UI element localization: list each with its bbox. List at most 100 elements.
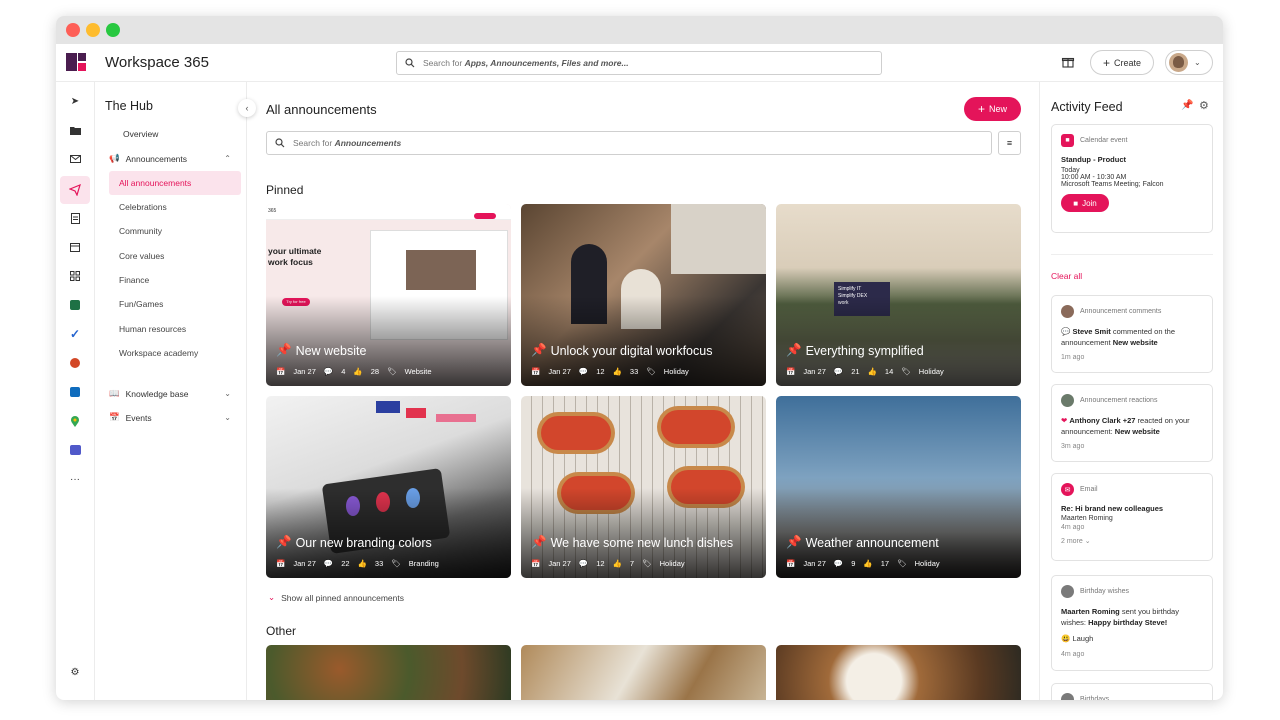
announcement-card[interactable]: 📌 We have some new lunch dishes 📅 Jan 27 💬 1…	[521, 396, 766, 578]
collapse-sidebar-button[interactable]: ‹	[238, 99, 256, 117]
close-window-button[interactable]	[66, 23, 80, 37]
feed-item-type: Birthday wishes	[1080, 588, 1130, 595]
sidebar-title: The Hub	[105, 99, 153, 113]
global-search-input[interactable]: Search for Apps, Announcements, Files an…	[396, 51, 882, 75]
thumbs-up-icon: 👍	[353, 367, 363, 376]
megaphone-icon[interactable]	[60, 176, 90, 204]
chevron-down-icon: ⌄	[268, 592, 276, 602]
reaction-notification-card[interactable]: Announcement reactions ❤ Anthony Clark +…	[1051, 384, 1213, 462]
mail-icon[interactable]	[65, 149, 85, 169]
comment-notification-card[interactable]: Announcement comments 💬 Steve Smit comme…	[1051, 295, 1213, 373]
overview-label: Overview	[123, 129, 159, 139]
sidebar-item-finance[interactable]: Finance	[109, 268, 241, 292]
show-all-pinned-link[interactable]: ⌄ Show all pinned announcements	[268, 592, 404, 603]
item-label: Community	[119, 226, 162, 236]
comment-icon: 💬	[1061, 327, 1071, 336]
announcements-label: Announcements	[125, 153, 188, 164]
other-section-title: Other	[266, 624, 297, 638]
avatar	[1061, 585, 1074, 598]
pin-icon[interactable]: 📌	[1181, 100, 1193, 111]
calendar-event-card[interactable]: ■ Calendar event Standup - Product Today …	[1051, 124, 1213, 233]
calendar-icon[interactable]	[65, 237, 85, 257]
teams-icon[interactable]	[65, 440, 85, 460]
calendar-icon: 📅	[276, 559, 286, 568]
gift-icon[interactable]	[1061, 55, 1075, 69]
sidebar-item-workspace-academy[interactable]: Workspace academy	[109, 341, 241, 365]
chevron-left-icon: ‹	[245, 103, 249, 113]
maps-pin-icon[interactable]	[65, 411, 85, 431]
apps-grid-icon[interactable]	[65, 266, 85, 286]
email-notification-card[interactable]: ✉ Email Re: Hi brand new colleagues Maart…	[1051, 473, 1213, 561]
announcement-card[interactable]: 📌 Weather announcement 📅 Jan 27 💬 9 👍 17 🏷 Holid…	[776, 396, 1021, 578]
announcement-card[interactable]: Simplify ITSimplify DEXwork 📌Everything …	[776, 204, 1021, 386]
rocket-icon[interactable]: ➤	[65, 91, 85, 111]
search-icon	[275, 138, 285, 148]
sidebar-item-events[interactable]: 📅 Events ⌄	[109, 412, 231, 423]
sidebar-item-core-values[interactable]: Core values	[109, 244, 241, 268]
clear-all-link[interactable]: Clear all	[1051, 271, 1082, 281]
todo-check-icon[interactable]: ✓	[65, 324, 85, 344]
powerpoint-icon[interactable]	[65, 353, 85, 373]
avatar	[1061, 394, 1074, 407]
top-bar: Workspace 365 Search for Apps, Announcem…	[56, 44, 1223, 82]
announcement-card-image[interactable]	[521, 645, 766, 700]
card-title: 📌 Everything symplified	[786, 343, 924, 358]
user-menu[interactable]: ⌄	[1165, 50, 1213, 75]
announcement-search-input[interactable]: Search for Announcements	[266, 131, 992, 155]
sidebar-item-celebrations[interactable]: Celebrations	[109, 195, 241, 219]
folder-icon[interactable]	[65, 120, 85, 140]
item-label: Finance	[119, 275, 150, 285]
avatar	[1061, 305, 1074, 318]
sidebar-item-all-announcements[interactable]: All announcements	[109, 171, 241, 195]
settings-gear-icon[interactable]: ⚙	[1199, 99, 1209, 112]
birthdays-card[interactable]: Birthdays	[1051, 683, 1213, 700]
event-day: Today	[1061, 167, 1080, 174]
sidebar-item-community[interactable]: Community	[109, 219, 241, 243]
document-icon[interactable]	[65, 208, 85, 228]
comment-icon: 💬	[833, 559, 844, 568]
sidebar-item-announcements[interactable]: 📢 Announcements ⌃	[109, 153, 231, 164]
event-title: Standup - Product	[1061, 155, 1126, 164]
announcement-card[interactable]: 📌 Our new branding colors 📅 Jan 27 💬 22 👍 33 🏷 B…	[266, 396, 511, 578]
activity-feed: Activity Feed 📌 ⚙ ■ Calendar event Standu…	[1039, 82, 1223, 700]
tag-icon: 🏷	[646, 367, 656, 376]
pin-icon: 📌	[786, 535, 802, 549]
sidebar-item-human-resources[interactable]: Human resources	[109, 317, 241, 341]
announcement-card[interactable]: 365 your ultimatework focus Try for free…	[266, 204, 511, 386]
feed-item-type: Announcement comments	[1080, 308, 1162, 315]
sort-filter-button[interactable]: ≡	[998, 131, 1021, 155]
event-location: Microsoft Teams Meeting; Falcon	[1061, 181, 1164, 188]
settings-gear-icon[interactable]: ⚙	[65, 662, 85, 682]
pinned-section-title: Pinned	[266, 183, 304, 197]
minimize-window-button[interactable]	[86, 23, 100, 37]
calendar-icon: ■	[1061, 134, 1074, 147]
heart-icon: ❤	[1061, 416, 1068, 425]
outlook-icon[interactable]	[65, 382, 85, 402]
more-emails-link[interactable]: 2 more ⌄	[1061, 537, 1203, 545]
workspace-logo[interactable]	[66, 53, 86, 71]
announcement-card[interactable]: 📌 Unlock your digital workfocus 📅 Jan 27 💬 1…	[521, 204, 766, 386]
announcement-card-image[interactable]	[776, 645, 1021, 700]
window-titlebar	[56, 16, 1223, 44]
tag-icon: 🏷	[897, 559, 907, 568]
more-icon[interactable]: ···	[65, 469, 85, 489]
show-all-label: Show all pinned announcements	[281, 592, 404, 603]
search-placeholder: Search for Apps, Announcements, Files an…	[423, 58, 629, 68]
new-announcement-button[interactable]: + New	[964, 97, 1021, 121]
new-label: New	[989, 104, 1008, 114]
email-sender: Maarten Roming	[1061, 515, 1113, 522]
thumbs-up-icon: 👍	[612, 559, 622, 568]
create-button[interactable]: + Create	[1090, 50, 1154, 75]
sidebar-item-knowledge-base[interactable]: 📖 Knowledge base ⌄	[109, 388, 231, 399]
sidebar-item-overview[interactable]: Overview	[123, 129, 255, 139]
birthday-notification-card[interactable]: Birthday wishes Maarten Roming sent you …	[1051, 575, 1213, 671]
avatar	[1061, 693, 1074, 700]
excel-icon[interactable]	[65, 295, 85, 315]
announcement-card-image[interactable]	[266, 645, 511, 700]
activity-feed-title: Activity Feed	[1051, 100, 1123, 114]
maximize-window-button[interactable]	[106, 23, 120, 37]
sidebar-item-fun-games[interactable]: Fun/Games	[109, 292, 241, 316]
feed-item-type: Announcement reactions	[1080, 397, 1158, 404]
thumbs-up-icon: 👍	[357, 559, 367, 568]
join-button[interactable]: ■ Join	[1061, 194, 1109, 212]
